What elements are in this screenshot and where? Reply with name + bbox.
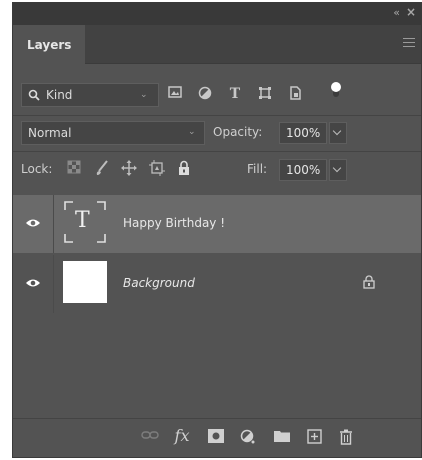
panel-title-bar: « ×	[13, 3, 421, 25]
fill-field[interactable]: 100%	[279, 159, 327, 181]
blend-mode-label: Normal	[28, 126, 72, 140]
visibility-eye-icon[interactable]	[25, 217, 41, 229]
fill-value: 100%	[286, 163, 321, 177]
fill-label: Fill:	[247, 162, 268, 176]
filter-row: Kind ⌄ T	[13, 82, 421, 113]
link-layers-icon[interactable]	[141, 429, 159, 447]
opacity-field[interactable]: 100%	[279, 122, 327, 144]
layer-name[interactable]: Background	[123, 276, 195, 290]
panel-tab-bar: Layers	[13, 25, 421, 64]
smart-object-filter-icon[interactable]	[285, 86, 305, 104]
layer-row-text[interactable]: T Happy Birthday !	[13, 195, 421, 253]
divider	[13, 151, 421, 152]
layers-list: T Happy Birthday ! Background	[13, 195, 421, 421]
lock-image-pixels-icon[interactable]	[95, 160, 113, 178]
type-filter-icon[interactable]: T	[225, 86, 245, 104]
delete-layer-icon[interactable]	[337, 429, 355, 447]
lock-row: Lock: Fill: 100%	[13, 157, 421, 187]
layer-row-background[interactable]: Background	[13, 255, 421, 313]
text-layer-thumbnail: T	[63, 200, 107, 244]
opacity-dropdown-button[interactable]	[329, 122, 347, 144]
background-layer-thumbnail	[63, 261, 107, 303]
filter-kind-label: Kind	[46, 88, 73, 102]
collapse-panel-button[interactable]: «	[393, 6, 400, 19]
divider	[53, 195, 54, 253]
lock-transparent-pixels-icon[interactable]	[67, 160, 85, 178]
chevron-down-icon: ⌄	[188, 127, 196, 137]
fill-dropdown-button[interactable]	[329, 159, 347, 181]
add-mask-icon[interactable]	[207, 429, 225, 447]
lock-artboard-icon[interactable]	[149, 160, 167, 178]
panel-menu-icon[interactable]	[403, 38, 415, 47]
new-group-icon[interactable]	[273, 429, 291, 447]
lock-label: Lock:	[21, 162, 53, 176]
close-panel-button[interactable]: ×	[406, 5, 416, 19]
layer-lock-icon	[363, 275, 375, 289]
new-layer-icon[interactable]	[305, 429, 323, 447]
image-filter-icon[interactable]	[165, 86, 185, 104]
shape-filter-icon[interactable]	[255, 86, 275, 104]
lock-position-icon[interactable]	[121, 160, 139, 178]
blend-mode-dropdown[interactable]: Normal ⌄	[21, 121, 205, 145]
visibility-eye-icon[interactable]	[25, 277, 41, 289]
layers-panel: « × Layers Kind ⌄ T Normal ⌄ Opacity: 10…	[12, 2, 422, 458]
filter-kind-dropdown[interactable]: Kind ⌄	[21, 83, 159, 107]
divider	[53, 255, 54, 313]
layers-bottom-toolbar: fx	[13, 418, 421, 457]
opacity-label: Opacity:	[213, 125, 263, 139]
chevron-down-icon: ⌄	[140, 90, 148, 100]
search-icon	[28, 89, 40, 101]
divider	[13, 115, 421, 116]
opacity-value: 100%	[286, 126, 321, 140]
filter-toggle[interactable]	[331, 82, 341, 97]
blend-row: Normal ⌄ Opacity: 100%	[13, 121, 421, 149]
lock-all-icon[interactable]	[177, 160, 195, 178]
fx-icon[interactable]: fx	[173, 426, 191, 445]
adjustment-layer-icon[interactable]	[239, 429, 257, 447]
tab-layers[interactable]: Layers	[13, 25, 85, 64]
layer-name[interactable]: Happy Birthday !	[123, 216, 225, 230]
adjustment-filter-icon[interactable]	[195, 86, 215, 104]
text-layer-glyph: T	[75, 208, 90, 233]
